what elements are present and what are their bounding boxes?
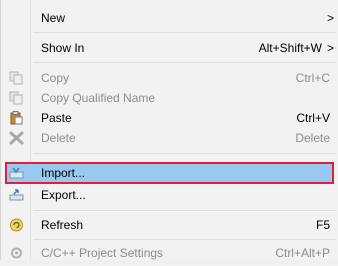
menu-item-label: New (41, 11, 66, 25)
menu-item-label: Delete (41, 131, 76, 145)
menu-item-shortcut: F5 (315, 218, 330, 232)
menu-item-label: Import... (41, 166, 86, 180)
menu-item-copy[interactable]: Copy Ctrl+C (1, 68, 338, 88)
menu-item-label: Paste (41, 111, 72, 125)
menu-item-shortcut: Ctrl+V (296, 111, 330, 125)
menu-item-refresh[interactable]: Refresh F5 (1, 215, 338, 235)
menu-item-export[interactable]: Export... (1, 185, 338, 205)
menu-item-shortcut: Alt+Shift+W (258, 41, 322, 55)
menu-separator (33, 239, 336, 240)
export-icon (9, 188, 24, 202)
menu-item-import[interactable]: Import... (1, 163, 338, 183)
menu-item-shortcut: Ctrl+C (295, 71, 330, 85)
chevron-right-icon: > (326, 41, 334, 55)
import-icon (9, 166, 24, 180)
copy-icon (9, 71, 24, 85)
menu-item-paste[interactable]: Paste Ctrl+V (1, 108, 338, 128)
menu-item-show-in[interactable]: Show In Alt+Shift+W > (1, 38, 338, 58)
menu-item-label: Copy (41, 71, 70, 85)
project-settings-icon (9, 246, 24, 260)
refresh-icon (9, 218, 24, 232)
menu-separator (33, 32, 336, 33)
menu-item-label: Copy Qualified Name (41, 91, 156, 105)
menu-item-new[interactable]: New > (1, 8, 338, 28)
menu-item-copy-qualified-name[interactable]: Copy Qualified Name (1, 88, 338, 108)
menu-item-label: Export... (41, 188, 86, 202)
menu-separator (33, 210, 336, 211)
copy-qualified-name-icon (9, 91, 24, 105)
menu-item-label: C/C++ Project Settings (41, 246, 164, 260)
menu-item-shortcut: Ctrl+Alt+P (275, 246, 330, 260)
menu-item-label: Refresh (41, 218, 84, 232)
menu-separator (33, 62, 336, 63)
menu-item-label: Show In (41, 41, 85, 55)
chevron-right-icon: > (326, 11, 334, 25)
context-menu: New > Show In Alt+Shift+W > Copy Ctrl+C … (0, 0, 338, 260)
paste-icon (9, 111, 24, 125)
menu-separator (33, 153, 336, 154)
delete-icon (9, 131, 24, 145)
menu-item-cpp-project-settings[interactable]: C/C++ Project Settings Ctrl+Alt+P (1, 243, 338, 263)
menu-item-delete[interactable]: Delete Delete (1, 128, 338, 148)
menu-item-shortcut: Delete (295, 131, 330, 145)
